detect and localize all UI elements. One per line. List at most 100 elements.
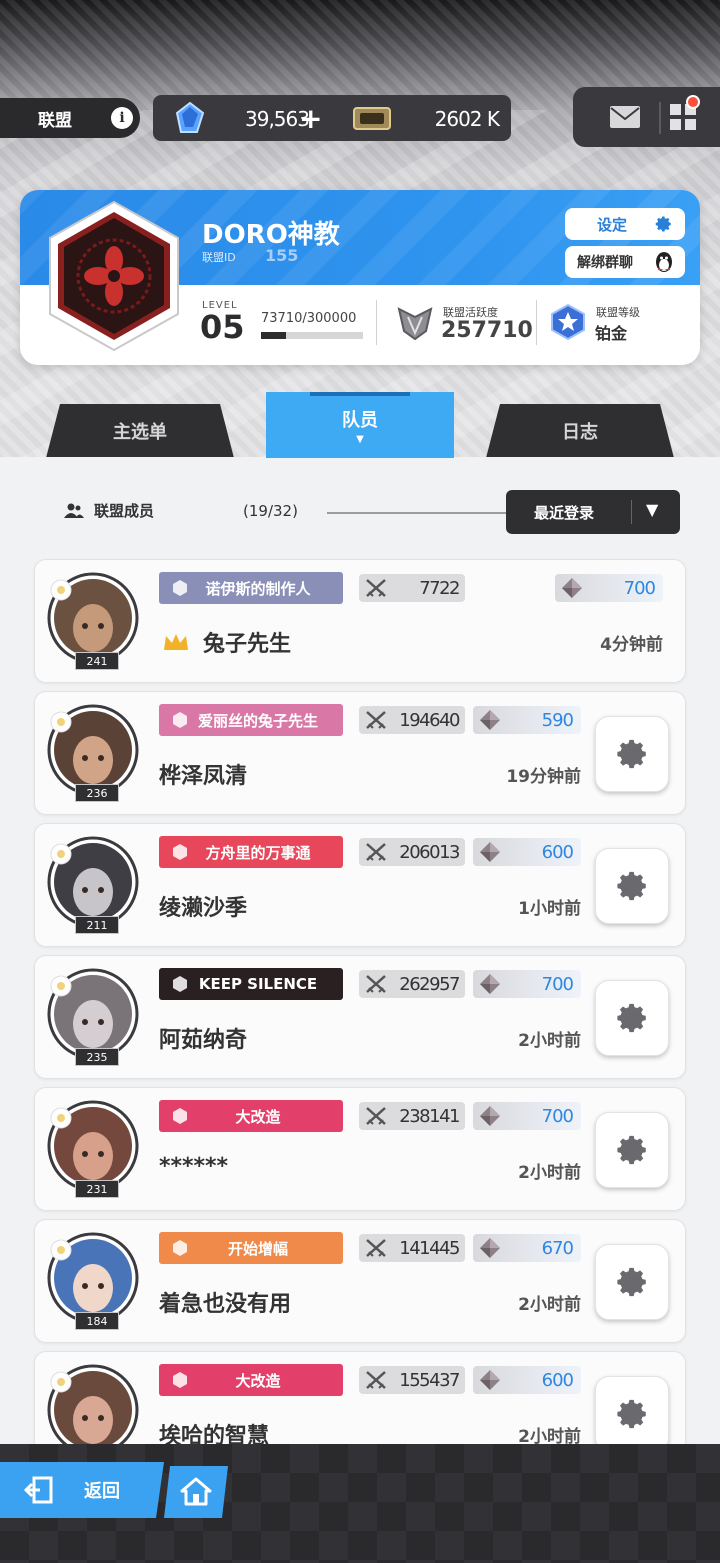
combat-power-value: 194640 (399, 710, 460, 731)
badge-label: KEEP SILENCE (198, 975, 318, 993)
last-login-time: 1小时前 (518, 899, 581, 919)
manage-member-button[interactable] (595, 848, 669, 924)
combat-power-box: 206013 (359, 838, 465, 866)
member-card[interactable]: 236 爱丽丝的兔子先生 194640 590 桦泽凤清 19分钟前 (34, 691, 686, 815)
last-login-time: 2小时前 (518, 1295, 581, 1315)
badge-label: 开始增幅 (227, 1239, 288, 1258)
member-card[interactable]: 大改造 155437 600 埃哈的智慧 2小时前 (34, 1351, 686, 1444)
member-title-badge: 爱丽丝的兔子先生 (159, 704, 343, 736)
member-title-badge: KEEP SILENCE (159, 968, 343, 1000)
contribution-box: 700 (555, 574, 663, 602)
badge-emblem-icon (173, 712, 187, 728)
member-list: 241 诺伊斯的制作人 7722 700 兔子先生 4分钟前 236 爱丽丝的兔… (0, 0, 720, 1444)
member-name: 埃哈的智慧 (159, 1424, 270, 1444)
badge-emblem-icon (173, 1372, 187, 1388)
avatar-level: 211 (75, 916, 119, 934)
avatar-level: 184 (75, 1312, 119, 1330)
combat-power-value: 238141 (399, 1106, 460, 1127)
home-button[interactable] (164, 1466, 228, 1518)
badge-label: 大改造 (235, 1107, 281, 1126)
member-avatar[interactable]: 184 (45, 1230, 141, 1330)
combat-power-value: 7722 (419, 578, 460, 599)
combat-power-value: 262957 (399, 974, 460, 995)
badge-label: 大改造 (235, 1371, 281, 1390)
member-avatar[interactable]: 235 (45, 966, 141, 1066)
member-card[interactable]: 231 大改造 238141 700 ****** 2小时前 (34, 1087, 686, 1211)
badge-emblem-icon (173, 1240, 187, 1256)
badge-label: 方舟里的万事通 (205, 843, 311, 862)
member-name: 着急也没有用 (159, 1292, 292, 1317)
contribution-box: 670 (473, 1234, 581, 1262)
avatar-level: 241 (75, 652, 119, 670)
member-avatar[interactable]: 236 (45, 702, 141, 802)
back-button[interactable]: 返回 (0, 1462, 164, 1518)
contribution-box: 590 (473, 706, 581, 734)
combat-power-value: 155437 (399, 1370, 460, 1391)
manage-member-button[interactable] (595, 1112, 669, 1188)
diamond-icon (562, 578, 582, 598)
member-card[interactable]: 184 开始增幅 141445 670 着急也没有用 2小时前 (34, 1219, 686, 1343)
contribution-value: 600 (541, 842, 574, 863)
member-title-badge: 开始增幅 (159, 1232, 343, 1264)
badge-emblem-icon (173, 1108, 187, 1124)
contribution-value: 700 (541, 1106, 574, 1127)
diamond-icon (480, 842, 500, 862)
gear-icon (617, 1003, 646, 1033)
member-avatar[interactable]: 241 (45, 570, 141, 670)
member-avatar[interactable] (45, 1362, 141, 1444)
combat-power-value: 141445 (399, 1238, 460, 1259)
crossed-swords-icon (366, 1239, 386, 1257)
manage-member-button[interactable] (595, 1376, 669, 1444)
gear-icon (617, 1135, 646, 1165)
member-name: 兔子先生 (203, 632, 292, 657)
member-name: ****** (159, 1154, 229, 1179)
manage-member-button[interactable] (595, 716, 669, 792)
combat-power-box: 194640 (359, 706, 465, 734)
member-card[interactable]: 241 诺伊斯的制作人 7722 700 兔子先生 4分钟前 (34, 559, 686, 683)
contribution-value: 590 (541, 710, 574, 731)
contribution-box: 700 (473, 970, 581, 998)
home-icon (180, 1476, 212, 1506)
badge-label: 爱丽丝的兔子先生 (197, 711, 318, 730)
member-avatar[interactable]: 211 (45, 834, 141, 934)
combat-power-box: 7722 (359, 574, 465, 602)
crossed-swords-icon (366, 579, 386, 597)
last-login-time: 4分钟前 (600, 635, 663, 655)
diamond-icon (480, 1370, 500, 1390)
badge-emblem-icon (173, 844, 187, 860)
gear-icon (617, 871, 646, 901)
member-title-badge: 大改造 (159, 1364, 343, 1396)
badge-label: 诺伊斯的制作人 (205, 579, 311, 598)
crossed-swords-icon (366, 975, 386, 993)
member-title-badge: 方舟里的万事通 (159, 836, 343, 868)
member-name: 阿茹纳奇 (159, 1028, 248, 1053)
combat-power-value: 206013 (399, 842, 460, 863)
member-title-badge: 大改造 (159, 1100, 343, 1132)
avatar-level: 236 (75, 784, 119, 802)
combat-power-box: 238141 (359, 1102, 465, 1130)
manage-member-button[interactable] (595, 980, 669, 1056)
gear-icon (617, 1267, 646, 1297)
diamond-icon (480, 1106, 500, 1126)
contribution-value: 670 (541, 1238, 574, 1259)
gear-icon (617, 739, 646, 769)
crown-icon (164, 634, 188, 650)
manage-member-button[interactable] (595, 1244, 669, 1320)
member-card[interactable]: 235 KEEP SILENCE 262957 700 阿茹纳奇 2小时前 (34, 955, 686, 1079)
diamond-icon (480, 1238, 500, 1258)
last-login-time: 2小时前 (518, 1163, 581, 1183)
combat-power-box: 155437 (359, 1366, 465, 1394)
back-label: 返回 (84, 1481, 120, 1502)
contribution-box: 600 (473, 838, 581, 866)
combat-power-box: 141445 (359, 1234, 465, 1262)
diamond-icon (480, 974, 500, 994)
member-avatar[interactable]: 231 (45, 1098, 141, 1198)
member-name: 绫濑沙季 (159, 896, 248, 921)
crossed-swords-icon (366, 1107, 386, 1125)
gear-icon (617, 1399, 646, 1429)
contribution-value: 700 (541, 974, 574, 995)
crossed-swords-icon (366, 711, 386, 729)
last-login-time: 2小时前 (518, 1031, 581, 1051)
contribution-box: 600 (473, 1366, 581, 1394)
member-card[interactable]: 211 方舟里的万事通 206013 600 绫濑沙季 1小时前 (34, 823, 686, 947)
